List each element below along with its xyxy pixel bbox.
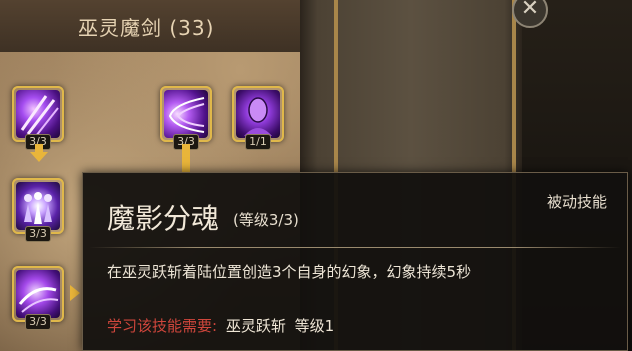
arrow-down-icon <box>30 152 48 162</box>
head-skill-icon <box>236 90 280 138</box>
claw-skill-icon <box>16 90 60 138</box>
connector-line <box>182 144 190 172</box>
skill-node-head[interactable]: 1/1 <box>232 86 284 150</box>
skill-description: 在巫灵跃斩着陆位置创造3个自身的幻象，幻象持续5秒 <box>107 263 472 281</box>
talent-tree-header: 巫灵魔剑 (33) <box>0 0 300 52</box>
skill-rank-badge: 1/1 <box>245 134 271 150</box>
skill-level: (等级3/3) <box>233 211 299 229</box>
skill-requirement: 学习该技能需要: 巫灵跃斩 等级1 <box>107 315 334 336</box>
skill-tooltip: 魔影分魂 (等级3/3) 被动技能 在巫灵跃斩着陆位置创造3个自身的幻象，幻象持… <box>82 172 628 351</box>
skill-node-strike[interactable]: 3/3 <box>12 266 64 330</box>
skill-node-shadow-clone[interactable]: 3/3 <box>12 178 64 242</box>
skill-type: 被动技能 <box>546 193 607 211</box>
skill-name: 魔影分魂 <box>107 202 220 235</box>
skill-node-slash[interactable]: 3/3 <box>160 86 212 150</box>
shadow-clone-skill-icon <box>16 182 60 230</box>
slash-skill-icon <box>164 90 208 138</box>
requirement-skill: 巫灵跃斩 <box>225 317 286 335</box>
skill-rank-badge: 3/3 <box>25 314 51 330</box>
requirement-label: 学习该技能需要: <box>107 317 218 335</box>
skill-node-claw[interactable]: 3/3 <box>12 86 64 150</box>
connector-line <box>35 144 43 152</box>
skill-rank-badge: 3/3 <box>25 226 51 242</box>
divider <box>89 247 621 248</box>
strike-skill-icon <box>16 270 60 318</box>
arrow-right-icon <box>70 285 80 301</box>
talent-tree-title: 巫灵魔剑 (33) <box>78 16 215 40</box>
requirement-level: 等级1 <box>294 317 335 335</box>
